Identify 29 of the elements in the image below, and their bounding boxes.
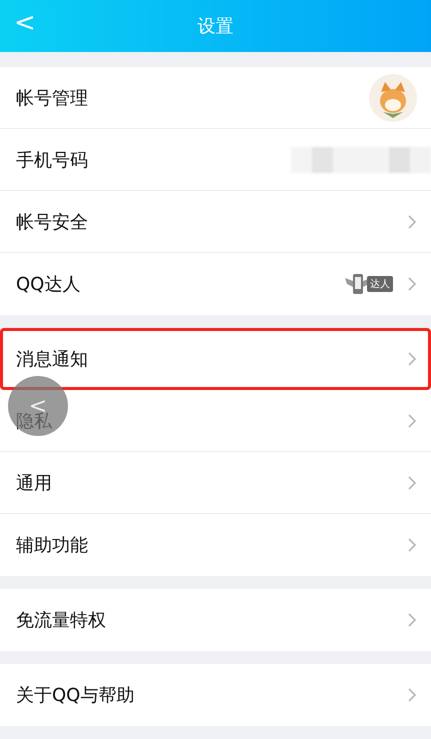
row-label: 隐私 — [16, 410, 53, 432]
row-label: 帐号安全 — [16, 210, 89, 234]
row-label: 通用 — [16, 472, 53, 494]
settings-row[interactable]: 免流量特权 — [0, 589, 431, 651]
chevron-icon — [407, 412, 417, 428]
settings-row[interactable]: 消息通知 — [0, 328, 431, 390]
chevron-icon — [407, 276, 417, 292]
chevron-icon — [407, 537, 417, 553]
row-label: 手机号码 — [16, 148, 89, 172]
row-label: 辅助功能 — [16, 534, 89, 557]
page-title: 设置 — [198, 15, 234, 38]
settings-row[interactable]: 关于QQ与帮助 — [0, 664, 431, 726]
settings-row[interactable]: 辅助功能 — [0, 514, 431, 576]
row-label: 帐号管理 — [16, 86, 89, 110]
settings-row[interactable]: 手机号码 — [0, 129, 431, 191]
chevron-icon — [407, 214, 417, 230]
settings-row[interactable]: 通用 — [0, 452, 431, 514]
row-label: QQ达人 — [16, 273, 82, 296]
row-label: 消息通知 — [16, 348, 89, 370]
settings-row[interactable]: QQ达人 达人 — [0, 253, 431, 315]
settings-row[interactable]: 帐号安全 — [0, 191, 431, 253]
badge-label: 达人 — [367, 276, 393, 292]
chevron-icon — [407, 612, 417, 628]
chevron-icon — [407, 350, 417, 366]
settings-row[interactable]: 帐号管理 — [0, 67, 431, 129]
chevron-icon — [407, 474, 417, 490]
row-label: 关于QQ与帮助 — [16, 684, 136, 707]
chevron-icon — [407, 687, 417, 703]
row-label: 免流量特权 — [16, 609, 107, 632]
